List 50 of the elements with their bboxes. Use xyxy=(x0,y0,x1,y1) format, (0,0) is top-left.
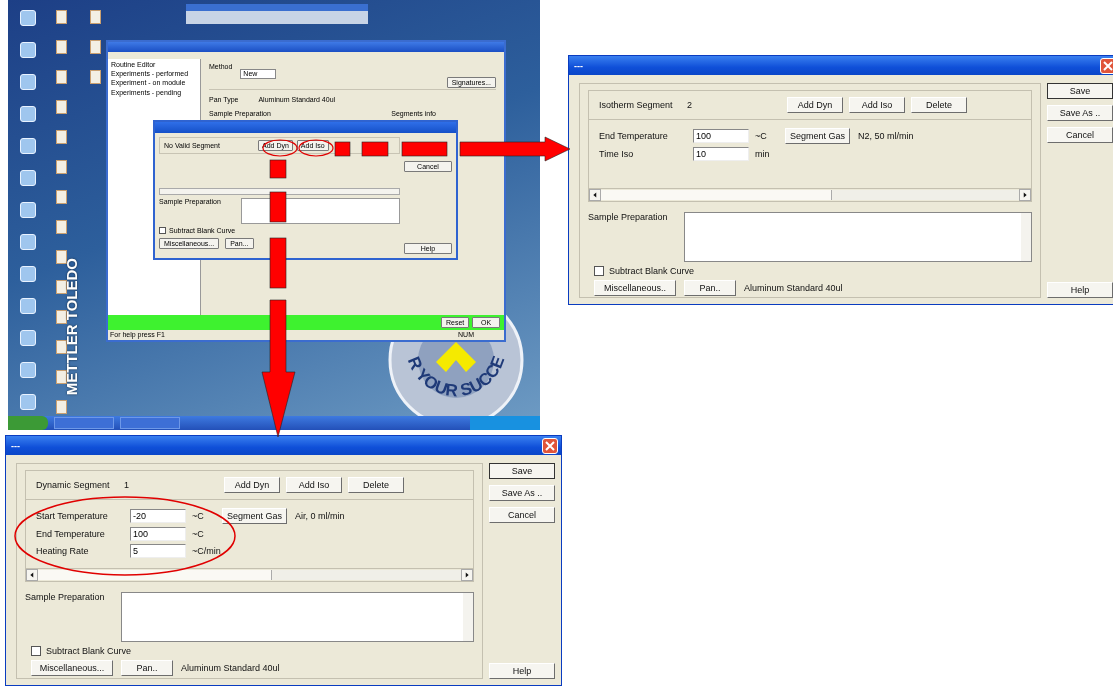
segment-button[interactable]: Add Iso xyxy=(849,97,905,113)
brand-text: METTLER TOLEDO xyxy=(64,258,79,396)
field-label: Time Iso xyxy=(599,149,635,159)
field-label: Start Temperature xyxy=(36,511,109,521)
window-title: --- xyxy=(11,440,20,451)
input-field[interactable]: 100 xyxy=(693,129,749,143)
segment-label: Isotherm Segment xyxy=(599,100,674,110)
field-label: Sample Preparation xyxy=(588,212,669,224)
segment-number: 1 xyxy=(124,480,130,490)
input-field[interactable]: 10 xyxy=(693,147,749,161)
field-label: End Temperature xyxy=(36,529,106,539)
field-label: Heating Rate xyxy=(36,546,90,556)
segment-button[interactable]: Add Iso xyxy=(286,477,342,493)
unit-label: ~C xyxy=(192,529,205,539)
segment-label: Dynamic Segment xyxy=(36,480,111,490)
dialog-button[interactable]: Save As .. xyxy=(489,485,555,501)
checkbox-label: Subtract Blank Curve xyxy=(46,646,132,656)
dialog-button[interactable]: Save xyxy=(489,463,555,479)
dialog-button[interactable]: Cancel xyxy=(489,507,555,523)
segment-button[interactable]: Add Dyn xyxy=(787,97,843,113)
unit-label: min xyxy=(755,149,771,159)
dialog-button[interactable]: Cancel xyxy=(1047,127,1113,143)
help-button[interactable]: Help xyxy=(489,663,555,679)
pan-type-text: Aluminum Standard 40ul xyxy=(744,283,843,293)
segment-button[interactable]: Add Dyn xyxy=(224,477,280,493)
pan-type-text: Aluminum Standard 40ul xyxy=(181,663,280,673)
gas-value: N2, 50 ml/min xyxy=(858,131,914,141)
segment-button[interactable]: Delete xyxy=(911,97,967,113)
segment-number: 2 xyxy=(687,100,693,110)
input-field[interactable]: -20 xyxy=(130,509,186,523)
miscellaneous-button[interactable]: Miscellaneous... xyxy=(31,660,113,676)
dialog-button[interactable]: Save As .. xyxy=(1047,105,1113,121)
segment-gas-button[interactable]: Segment Gas xyxy=(785,128,851,144)
help-button[interactable]: Help xyxy=(1047,282,1113,298)
gas-value: Air, 0 ml/min xyxy=(295,511,345,521)
miscellaneous-button[interactable]: Miscellaneous.. xyxy=(594,280,676,296)
field-label: Sample Preparation xyxy=(25,592,106,604)
pan-button[interactable]: Pan.. xyxy=(684,280,736,296)
pan-button[interactable]: Pan.. xyxy=(121,660,173,676)
segment-gas-button[interactable]: Segment Gas xyxy=(222,508,288,524)
checkbox-label: Subtract Blank Curve xyxy=(609,266,695,276)
segment-button[interactable]: Delete xyxy=(348,477,404,493)
input-field[interactable]: 100 xyxy=(130,527,186,541)
field-label: End Temperature xyxy=(599,131,669,141)
dialog-button[interactable]: Save xyxy=(1047,83,1113,99)
input-field[interactable]: 5 xyxy=(130,544,186,558)
unit-label: ~C/min xyxy=(192,546,221,556)
unit-label: ~C xyxy=(755,131,768,141)
window-title: --- xyxy=(574,60,583,71)
unit-label: ~C xyxy=(192,511,205,521)
